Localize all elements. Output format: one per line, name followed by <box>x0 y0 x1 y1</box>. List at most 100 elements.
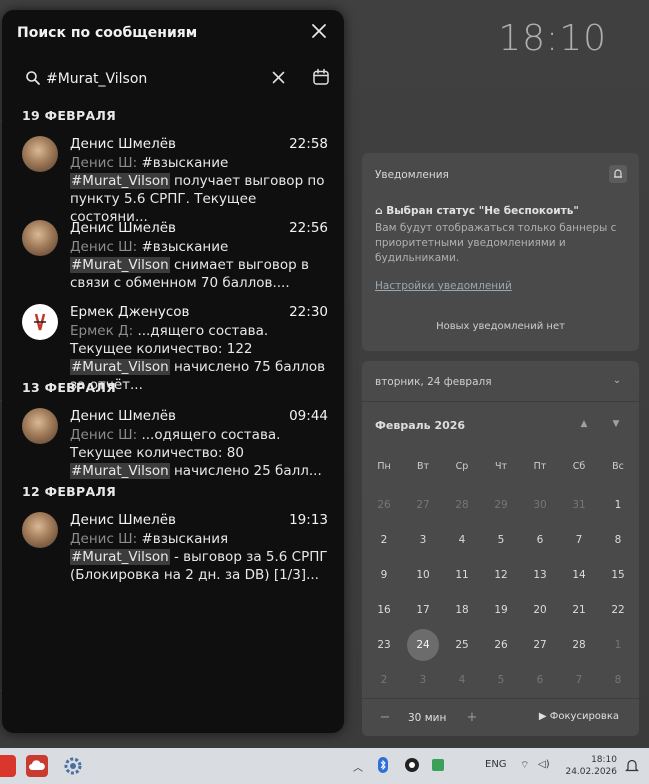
calendar-day[interactable]: 14 <box>563 559 595 591</box>
calendar-day[interactable]: 12 <box>485 559 517 591</box>
triangle-up-icon: ▲ <box>580 419 588 429</box>
close-button[interactable] <box>308 20 330 42</box>
result-time: 22:30 <box>289 304 328 320</box>
app-tray-icon[interactable] <box>404 757 420 776</box>
weekday-label: Пт <box>533 461 547 472</box>
calendar-day[interactable]: 1 <box>602 629 634 661</box>
focus-controls: − 30 мин + ▶ Фокусировка <box>362 706 639 730</box>
calendar-day[interactable]: 27 <box>524 629 556 661</box>
calendar-day[interactable]: 22 <box>602 594 634 626</box>
tray-overflow-button[interactable]: ︿ <box>353 759 363 774</box>
calendar-day[interactable]: 10 <box>407 559 439 591</box>
calendar-day[interactable]: 8 <box>602 524 634 556</box>
calendar-day[interactable]: 5 <box>485 664 517 696</box>
calendar-day[interactable]: 3 <box>407 524 439 556</box>
no-notifications-text: Новых уведомлений нет <box>436 321 565 332</box>
bluetooth-tray-icon[interactable] <box>378 757 388 776</box>
snippet-highlight: #Murat_Vilson <box>70 359 170 375</box>
notification-center-button[interactable] <box>625 758 639 774</box>
search-result[interactable]: Ермек Дженусов 22:30 Ермек Д: ...дящего … <box>2 296 344 393</box>
calendar-day[interactable]: 4 <box>446 664 478 696</box>
app2-tray-icon[interactable] <box>430 757 446 776</box>
settings-taskbar-icon[interactable] <box>62 755 84 777</box>
bell-snooze-icon <box>614 169 622 178</box>
calendar-day[interactable]: 6 <box>524 664 556 696</box>
result-sender-name: Денис Шмелёв <box>70 408 176 424</box>
calendar-day[interactable]: 17 <box>407 594 439 626</box>
calendar-day[interactable]: 7 <box>563 524 595 556</box>
snippet-text: #взыскание <box>141 155 229 171</box>
decrease-focus-button[interactable]: − <box>375 708 395 728</box>
focus-label: Фокусировка <box>549 711 619 722</box>
calendar-day[interactable]: 7 <box>563 664 595 696</box>
divider <box>362 698 639 699</box>
wifi-tray-icon[interactable]: ⌔ <box>520 759 529 772</box>
calendar-day[interactable]: 28 <box>563 629 595 661</box>
result-sender-name: Денис Шмелёв <box>70 220 176 236</box>
calendar-day[interactable]: 28 <box>446 489 478 521</box>
calendar-day[interactable]: 19 <box>485 594 517 626</box>
notification-settings-link[interactable]: Настройки уведомлений <box>375 280 512 292</box>
calendar-day[interactable]: 18 <box>446 594 478 626</box>
snippet-highlight: #Murat_Vilson <box>70 173 170 189</box>
circle-app-icon <box>405 758 419 772</box>
snippet-sender: Ермек Д: <box>70 323 134 339</box>
calendar-day[interactable]: 9 <box>368 559 400 591</box>
taskbar-time: 18:10 <box>591 755 617 765</box>
volume-tray-icon[interactable]: ◁) <box>538 759 550 770</box>
search-result[interactable]: Денис Шмелёв 22:56 Денис Ш: #взыскание #… <box>2 212 344 296</box>
calendar-day[interactable]: 24 <box>407 629 439 661</box>
calendar-day[interactable]: 27 <box>407 489 439 521</box>
calendar-day[interactable]: 11 <box>446 559 478 591</box>
calendar-day[interactable]: 2 <box>368 664 400 696</box>
next-month-button[interactable]: ▼ <box>609 419 623 433</box>
clear-search-button[interactable] <box>268 68 288 88</box>
calendar-month: Февраль 2026 <box>375 419 466 432</box>
snippet-sender: Денис Ш: <box>70 239 138 255</box>
calendar-filter-button[interactable] <box>312 68 332 88</box>
calendar-day[interactable]: 5 <box>485 524 517 556</box>
result-sender-name: Денис Шмелёв <box>70 136 176 152</box>
avatar <box>22 512 58 548</box>
search-input[interactable] <box>46 67 266 91</box>
cloud-icon <box>29 760 45 770</box>
calendar-day[interactable]: 21 <box>563 594 595 626</box>
start-focus-button[interactable]: ▶ Фокусировка <box>539 711 619 722</box>
previous-month-button[interactable]: ▲ <box>577 419 591 433</box>
calendar-day[interactable]: 31 <box>563 489 595 521</box>
calendar-day[interactable]: 16 <box>368 594 400 626</box>
language-indicator[interactable]: ENG <box>485 759 507 770</box>
result-snippet: Денис Ш: ...одящего состава. Текущее кол… <box>70 426 332 480</box>
app-taskbar-icon[interactable] <box>0 755 16 777</box>
plus-icon: + <box>466 710 478 725</box>
calendar-day[interactable]: 3 <box>407 664 439 696</box>
calendar-day[interactable]: 15 <box>602 559 634 591</box>
increase-focus-button[interactable]: + <box>462 708 482 728</box>
current-date: вторник, 24 февраля <box>375 376 492 388</box>
calendar-day[interactable]: 25 <box>446 629 478 661</box>
calendar-day[interactable]: 6 <box>524 524 556 556</box>
speaker-icon: ◁) <box>538 759 550 770</box>
calendar-day[interactable]: 26 <box>368 489 400 521</box>
search-result[interactable]: Денис Шмелёв 22:58 Денис Ш: #взыскание #… <box>2 128 344 225</box>
calendar-day[interactable]: 30 <box>524 489 556 521</box>
calendar-day[interactable]: 29 <box>485 489 517 521</box>
search-result[interactable]: Денис Шмелёв 19:13 Денис Ш: #взыскания #… <box>2 504 344 588</box>
calendar-day[interactable]: 1 <box>602 489 634 521</box>
calendar-day[interactable]: 4 <box>446 524 478 556</box>
result-time: 19:13 <box>289 512 328 528</box>
calendar-day[interactable]: 2 <box>368 524 400 556</box>
result-snippet: Денис Ш: #взыскания #Murat_Vilson - выго… <box>70 530 332 584</box>
focus-duration: 30 мин <box>408 712 447 724</box>
calendar-day[interactable]: 13 <box>524 559 556 591</box>
dnd-toggle-button[interactable] <box>609 165 627 183</box>
cloud-app-taskbar-icon[interactable] <box>26 755 48 777</box>
taskbar: ︿ ENG ⌔ ◁) 18:10 24.02.2026 <box>0 748 649 784</box>
collapse-calendar-button[interactable]: ⌄ <box>609 373 625 389</box>
calendar-day[interactable]: 20 <box>524 594 556 626</box>
calendar-day[interactable]: 23 <box>368 629 400 661</box>
calendar-day[interactable]: 26 <box>485 629 517 661</box>
calendar-day[interactable]: 8 <box>602 664 634 696</box>
search-result[interactable]: Денис Шмелёв 09:44 Денис Ш: ...одящего с… <box>2 400 344 484</box>
taskbar-clock[interactable]: 18:10 24.02.2026 <box>565 754 617 778</box>
